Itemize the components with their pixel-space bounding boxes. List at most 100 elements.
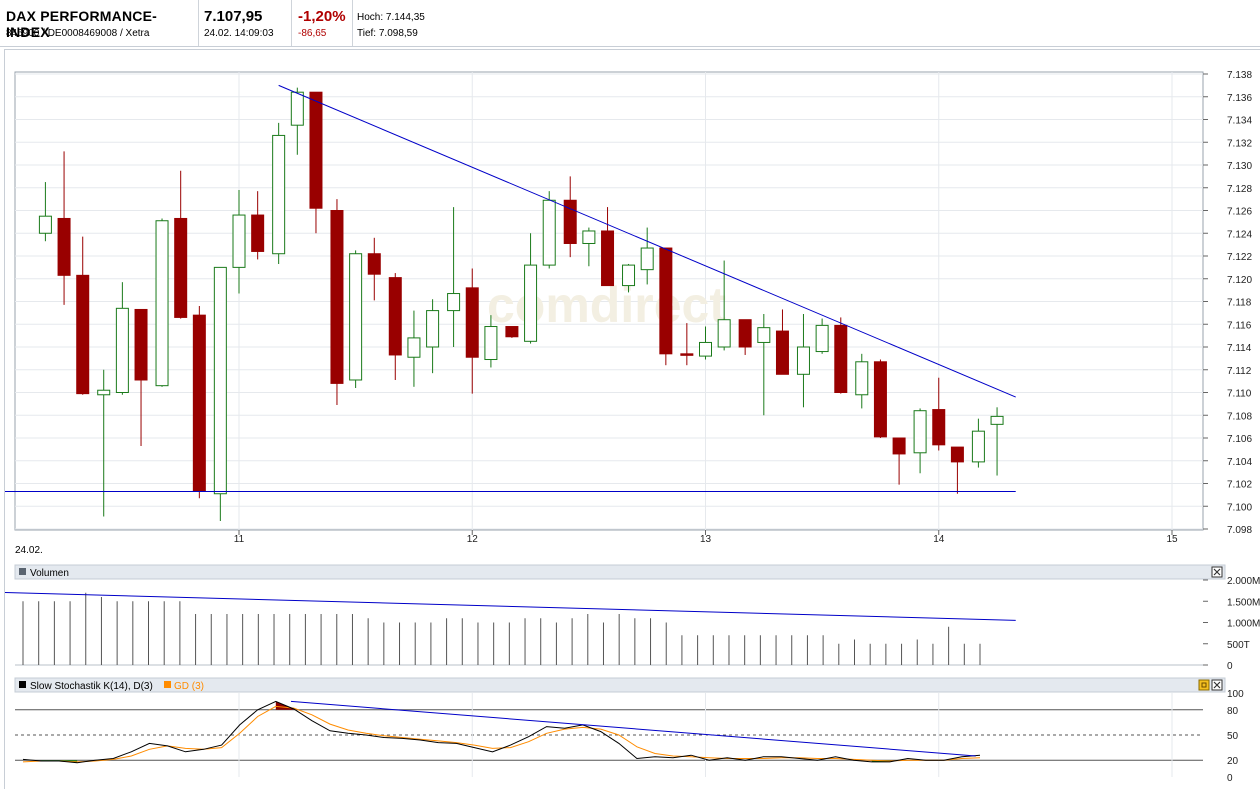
stochastic-tick-label: 100 bbox=[1227, 689, 1244, 700]
price-tick-label: 7.128 bbox=[1227, 184, 1252, 195]
candle-up bbox=[622, 264, 636, 287]
stochastic-d-line bbox=[22, 705, 981, 763]
candle-down bbox=[388, 277, 402, 356]
price-tick-label: 7.118 bbox=[1227, 298, 1252, 309]
volume-trendline bbox=[5, 591, 1016, 621]
change-cell: -1,20% -86,65 bbox=[292, 0, 353, 46]
candle-down bbox=[659, 247, 673, 355]
time-tick-label: 13 bbox=[700, 534, 712, 545]
candle-up bbox=[542, 199, 556, 266]
candle-up bbox=[699, 341, 712, 357]
candle-up bbox=[290, 91, 304, 126]
candle-down bbox=[950, 446, 964, 463]
candle-down bbox=[76, 274, 90, 395]
stochastic-title: Slow Stochastik K(14), D(3) bbox=[30, 681, 153, 692]
candle-up bbox=[582, 230, 596, 244]
stochastic-tick-label: 80 bbox=[1227, 706, 1239, 717]
stochastic-tick-label: 20 bbox=[1227, 756, 1239, 767]
price-tick-label: 7.134 bbox=[1227, 116, 1252, 127]
candle-up bbox=[349, 253, 363, 381]
change-absolute: -86,65 bbox=[298, 28, 327, 39]
price-tick-label: 7.116 bbox=[1227, 320, 1252, 331]
stochastic-zone-fills bbox=[41, 701, 890, 763]
price-tick-label: 7.098 bbox=[1227, 525, 1252, 536]
gd-label: GD (3) bbox=[174, 681, 204, 692]
price-cell: 7.107,95 24.02. 14:09:03 bbox=[199, 0, 292, 46]
price-tick-label: 7.130 bbox=[1227, 161, 1252, 172]
volume-panel-header bbox=[14, 564, 1226, 580]
volume-tick-label: 1.500M bbox=[1227, 597, 1260, 608]
price-tick-label: 7.108 bbox=[1227, 411, 1252, 422]
volume-y-axis: 2.000M 1.500M 1.000M 500T 0 bbox=[1203, 576, 1260, 672]
chart-area: comdirect 7.138 7.136 7.134 7.132 7.130 7.128… bbox=[4, 49, 1260, 789]
candle-down bbox=[680, 353, 694, 356]
candle-down bbox=[309, 91, 323, 209]
candle-down bbox=[251, 214, 265, 252]
candle-up bbox=[913, 410, 927, 454]
volume-close-button[interactable] bbox=[1211, 566, 1223, 578]
stochastic-tick-label: 50 bbox=[1227, 731, 1239, 742]
volume-tick-label: 1.000M bbox=[1227, 619, 1260, 630]
stochastic-tick-label: 0 bbox=[1227, 773, 1233, 784]
price-tick-label: 7.136 bbox=[1227, 93, 1252, 104]
high-low-cell: Hoch: 7.144,35 Tief: 7.098,59 bbox=[353, 0, 473, 46]
candle-down bbox=[174, 217, 188, 318]
stochastic-close-button[interactable] bbox=[1211, 679, 1223, 691]
candle-up bbox=[990, 415, 1004, 425]
candle-up bbox=[796, 346, 810, 375]
candle-down bbox=[892, 437, 906, 455]
candle-up bbox=[213, 266, 227, 495]
candle-up bbox=[971, 430, 985, 463]
price-tick-label: 7.122 bbox=[1227, 252, 1252, 263]
stochastic-y-axis: 100 80 50 20 0 bbox=[1227, 689, 1244, 784]
candle-up bbox=[38, 215, 52, 234]
price-tick-label: 7.114 bbox=[1227, 343, 1252, 354]
stochastic-grid bbox=[15, 693, 1203, 777]
day-low: Tief: 7.098,59 bbox=[357, 28, 418, 39]
volume-bars bbox=[22, 592, 981, 665]
candle-up bbox=[815, 324, 829, 353]
k-color-swatch bbox=[19, 681, 26, 688]
volume-tick-label: 2.000M bbox=[1227, 576, 1260, 587]
candle-up bbox=[407, 337, 421, 358]
candle-up bbox=[717, 319, 731, 348]
stochastic-lines bbox=[22, 700, 981, 764]
candle-up bbox=[97, 389, 111, 396]
candle-up bbox=[272, 134, 286, 255]
volume-tick-label: 0 bbox=[1227, 661, 1233, 672]
volume-title: Volumen bbox=[30, 568, 69, 579]
price-tick-label: 7.110 bbox=[1227, 389, 1252, 400]
instrument-ids: 846900 / DE0008469008 / Xetra bbox=[6, 28, 150, 39]
candle-up bbox=[155, 220, 169, 387]
candle-up bbox=[855, 361, 869, 396]
price-tick-label: 7.106 bbox=[1227, 434, 1252, 445]
price-tick-label: 7.100 bbox=[1227, 502, 1252, 513]
stochastic-settings-button[interactable] bbox=[1198, 679, 1210, 691]
gd-color-swatch bbox=[164, 681, 171, 688]
stochastic-k-line bbox=[22, 700, 981, 764]
candle-down bbox=[465, 287, 479, 358]
time-tick-label: 11 bbox=[234, 534, 245, 545]
quote-header: DAX PERFORMANCE-INDEX 846900 / DE0008469… bbox=[0, 0, 1260, 47]
time-tick-label: 14 bbox=[933, 534, 945, 545]
candle-down bbox=[134, 308, 148, 381]
candle-down bbox=[775, 330, 789, 375]
volume-trend-line bbox=[5, 591, 1016, 621]
candle-down bbox=[192, 314, 206, 492]
candle-down bbox=[873, 361, 887, 438]
chart-canvas: comdirect 7.1387.1367.1347.1327.1307.128… bbox=[5, 70, 1260, 784]
instrument-cell: DAX PERFORMANCE-INDEX 846900 / DE0008469… bbox=[0, 0, 199, 46]
volume-color-swatch bbox=[19, 568, 26, 575]
candle-up bbox=[426, 310, 440, 348]
date-label: 24.02. bbox=[15, 545, 43, 556]
candle-down bbox=[834, 324, 848, 394]
price-tick-label: 7.132 bbox=[1227, 138, 1252, 149]
price-tick-label: 7.126 bbox=[1227, 207, 1252, 218]
price-tick-label: 7.104 bbox=[1227, 457, 1252, 468]
time-x-axis: 11 12 13 14 15 bbox=[234, 530, 1178, 545]
price-tick-label: 7.112 bbox=[1227, 366, 1252, 377]
candle-down bbox=[601, 230, 615, 287]
candle-up bbox=[115, 307, 129, 394]
candle-up bbox=[232, 214, 246, 268]
price-tick-label: 7.138 bbox=[1227, 70, 1252, 81]
